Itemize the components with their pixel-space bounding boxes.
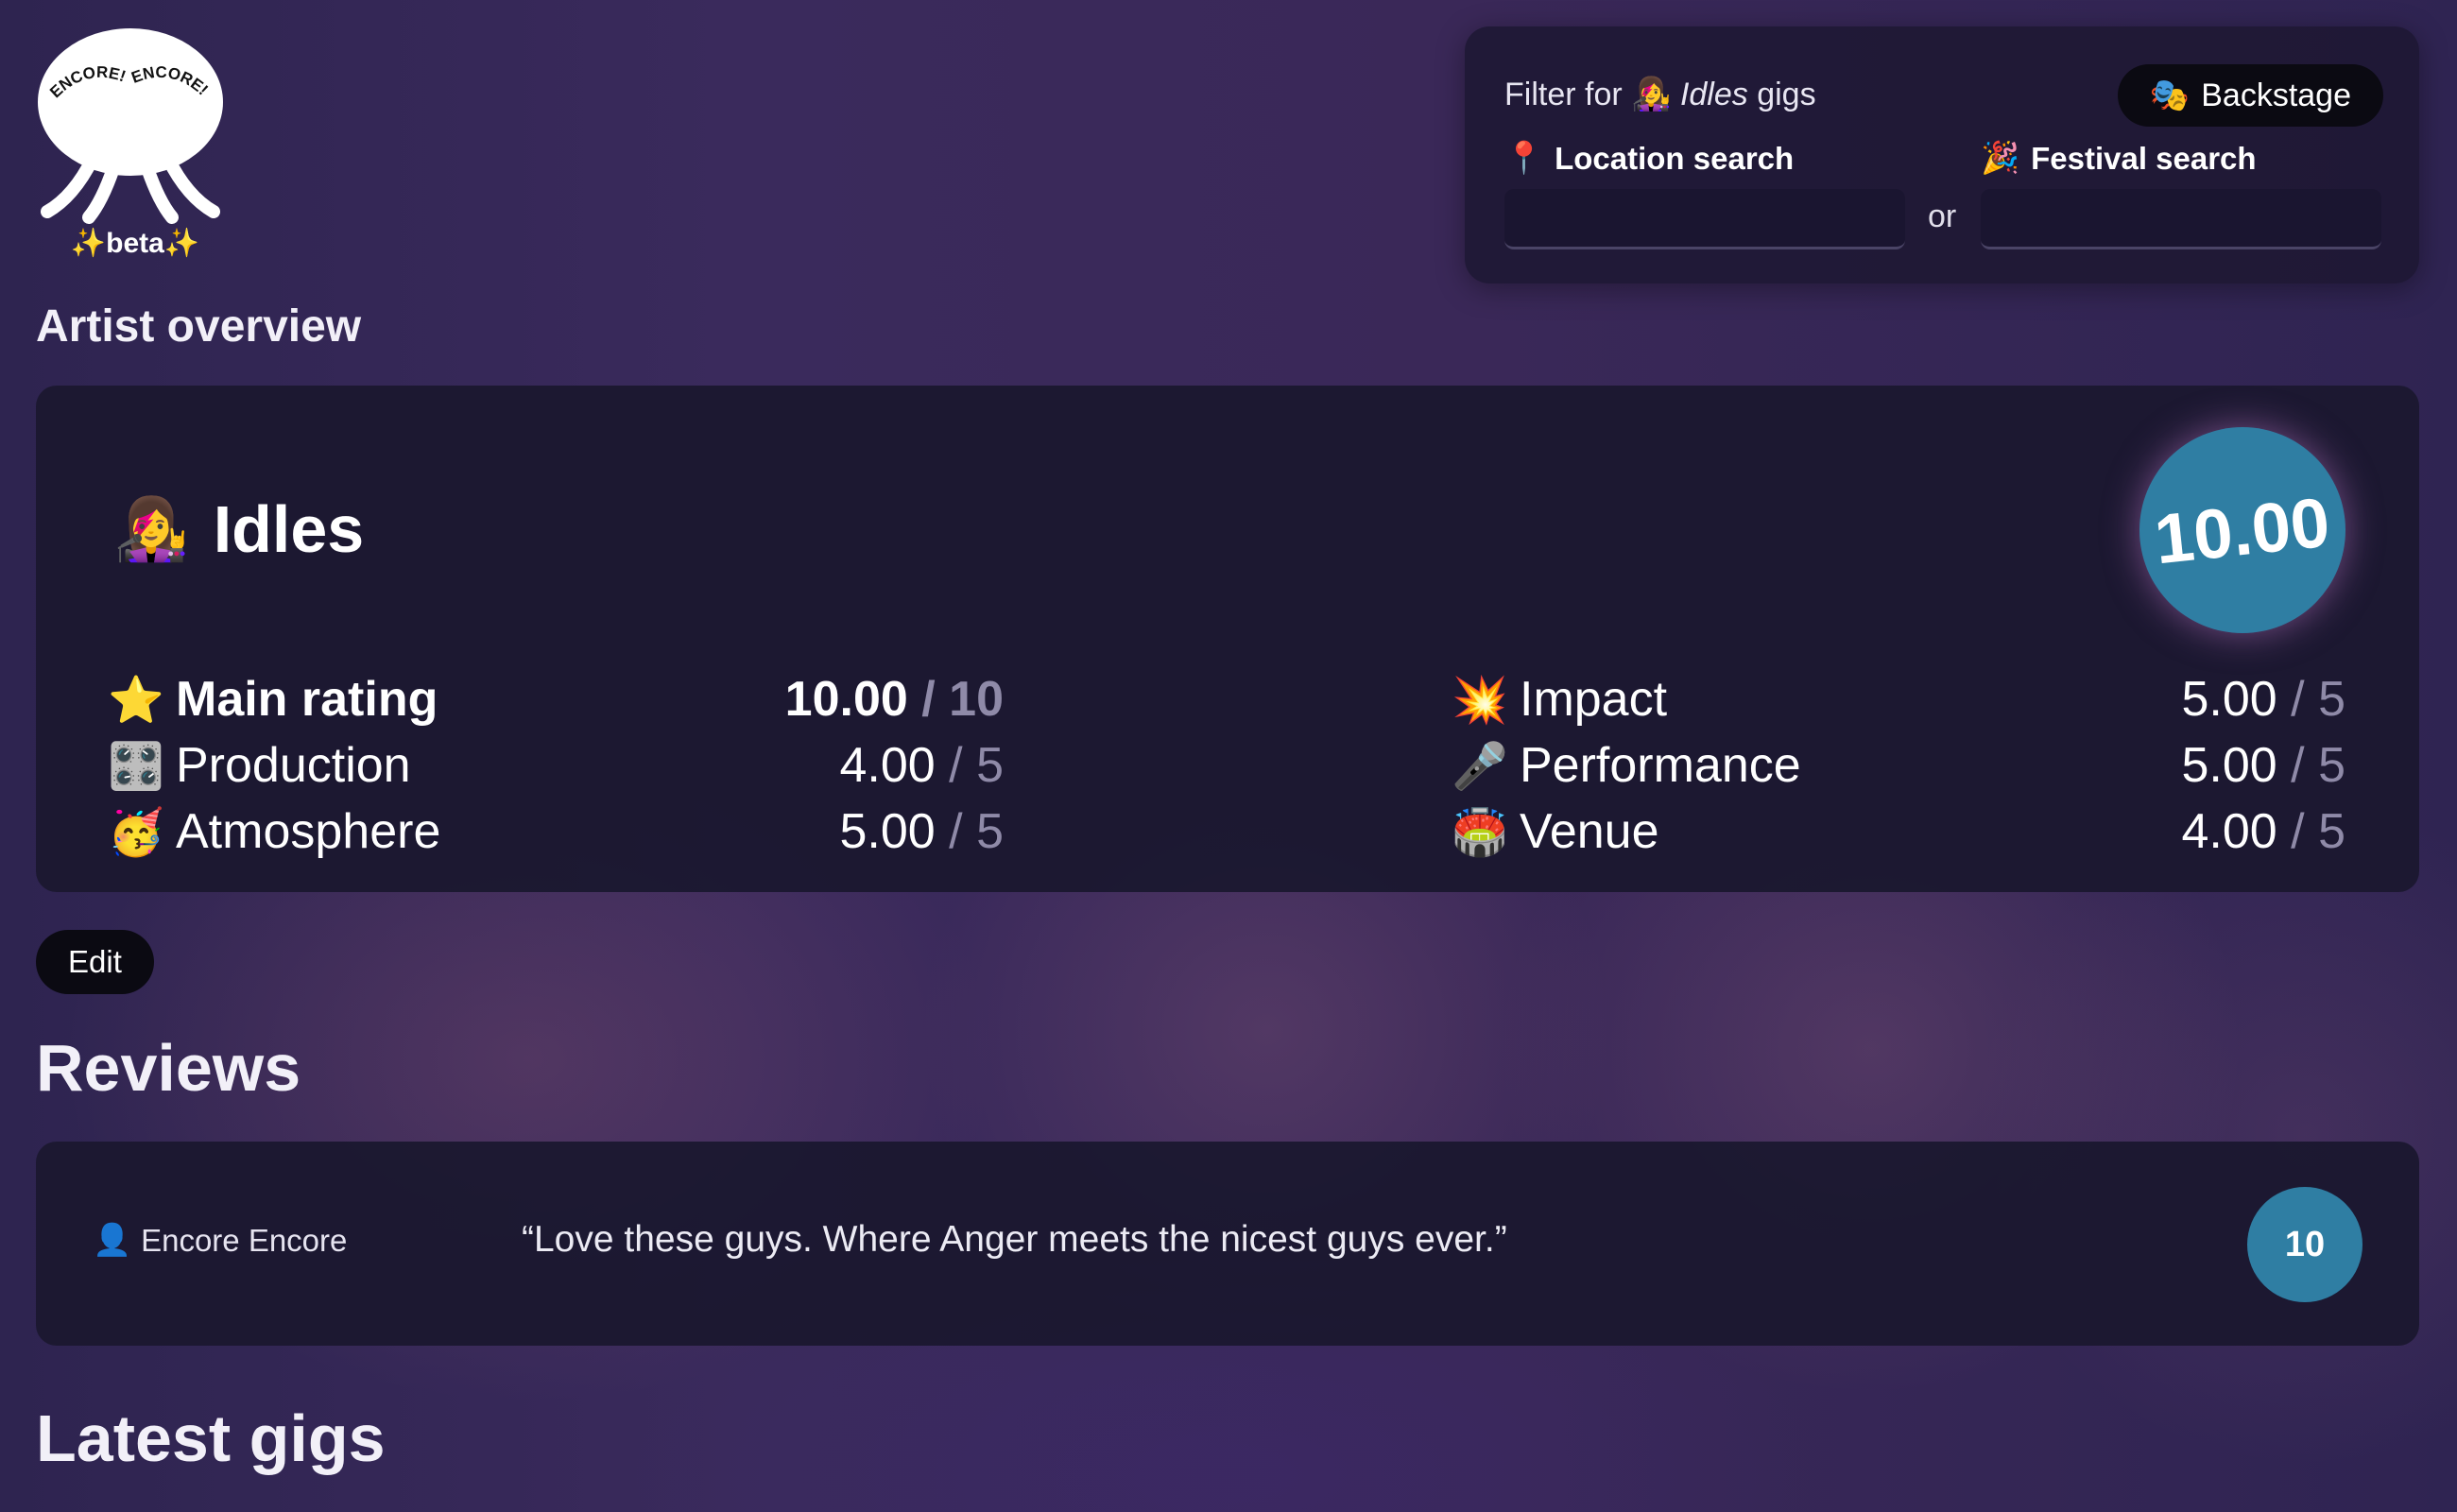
collision-icon: 💥 [1452,675,1508,726]
rating-label: Main rating [176,672,438,727]
rating-value: 5.00 / 5 [840,803,1005,860]
rating-score: 5.00 [2181,738,2277,793]
singer-icon: 👩‍🎤 [1631,77,1672,112]
rating-row-production: 🎛️ Production 4.00 / 5 [108,735,1004,796]
overall-score-value: 10.00 [2151,482,2334,578]
location-search-label: 📍 Location search [1504,140,1794,177]
artist-name: Idles [213,492,365,566]
rating-value: 4.00 / 5 [2182,803,2346,860]
rating-row-atmosphere: 🥳 Atmosphere 5.00 / 5 [108,801,1004,862]
rating-max: / 10 [921,672,1004,727]
artist-overview-heading: Artist overview [36,301,362,352]
rating-score: 5.00 [2181,672,2277,727]
backstage-button[interactable]: 🎭 Backstage [2117,64,2383,127]
party-face-icon: 🥳 [108,807,164,858]
gig-filter-panel: Filter for 👩‍🎤 Idles gigs 🎭 Backstage 📍 … [1465,26,2419,284]
backstage-label: Backstage [2201,77,2351,113]
artist-title: 👩‍🎤 Idles [113,491,364,567]
beta-label: beta [106,228,164,259]
festival-search-label-text: Festival search [2031,140,2257,176]
filter-prefix: Filter for [1504,77,1623,112]
latest-gigs-heading: Latest gigs [36,1401,386,1475]
sparkle-icon: ✨ [70,228,107,259]
filter-artist-name: Idles [1679,77,1748,112]
filter-suffix: gigs [1757,77,1816,112]
review-card: 👤 Encore Encore “Love these guys. Where … [36,1142,2419,1346]
rating-max: / 5 [949,804,1004,859]
microphone-icon: 🎤 [1452,741,1508,792]
filter-title: Filter for 👩‍🎤 Idles gigs [1504,76,1816,113]
rating-label: Venue [1520,804,1659,859]
rating-label: Atmosphere [176,804,441,859]
theater-masks-icon: 🎭 [2149,77,2191,113]
edit-button[interactable]: Edit [36,930,154,994]
review-author-name: Encore Encore [141,1222,348,1258]
octopus-logo-icon: ENCORE! ENCORE! [38,28,223,224]
rating-score: 10.00 [784,672,908,727]
location-search-input[interactable] [1504,189,1905,249]
review-author: 👤 Encore Encore [93,1222,347,1259]
rating-label: Production [176,738,411,793]
stadium-icon: 🏟️ [1452,807,1508,858]
rating-row-impact: 💥 Impact 5.00 / 5 [1452,669,2345,730]
rating-value: 5.00 / 5 [2182,671,2346,728]
party-popper-icon: 🎉 [1981,140,2020,175]
rating-row-venue: 🏟️ Venue 4.00 / 5 [1452,801,2345,862]
or-separator: or [1928,198,1957,234]
pin-icon: 📍 [1504,140,1544,175]
sparkle-icon: ✨ [163,228,200,259]
singer-icon: 👩‍🎤 [113,494,189,563]
control-knobs-icon: 🎛️ [108,741,164,792]
rating-score: 4.00 [839,738,936,793]
rating-score: 5.00 [839,804,936,859]
rating-max: / 5 [2291,672,2345,727]
rating-value: 4.00 / 5 [840,737,1005,794]
location-search-label-text: Location search [1555,140,1795,176]
rating-label: Performance [1520,738,1801,793]
rating-score: 4.00 [2181,804,2277,859]
star-icon: ⭐ [108,675,164,726]
rating-row-performance: 🎤 Performance 5.00 / 5 [1452,735,2345,796]
rating-max: / 5 [949,738,1004,793]
artist-overview-card: 👩‍🎤 Idles 10.00 ⭐ Main rating 10.00 / 10… [36,386,2419,892]
rating-row-main: ⭐ Main rating 10.00 / 10 [108,669,1004,730]
rating-max: / 5 [2291,804,2345,859]
user-icon: 👤 [93,1222,132,1257]
reviews-heading: Reviews [36,1031,301,1105]
review-score-badge: 10 [2247,1187,2362,1302]
rating-max: / 5 [2291,738,2345,793]
review-text: “Love these guys. Where Anger meets the … [522,1219,1507,1260]
festival-search-label: 🎉 Festival search [1981,140,2257,177]
rating-label: Impact [1520,672,1668,727]
rating-value: 5.00 / 5 [2182,737,2346,794]
overall-score-badge: 10.00 [2139,427,2345,633]
beta-badge: ✨beta✨ [64,227,206,260]
festival-search-input[interactable] [1981,189,2381,249]
encore-logo[interactable]: ENCORE! ENCORE! ✨beta✨ [36,26,225,263]
rating-value: 10.00 / 10 [785,671,1004,728]
